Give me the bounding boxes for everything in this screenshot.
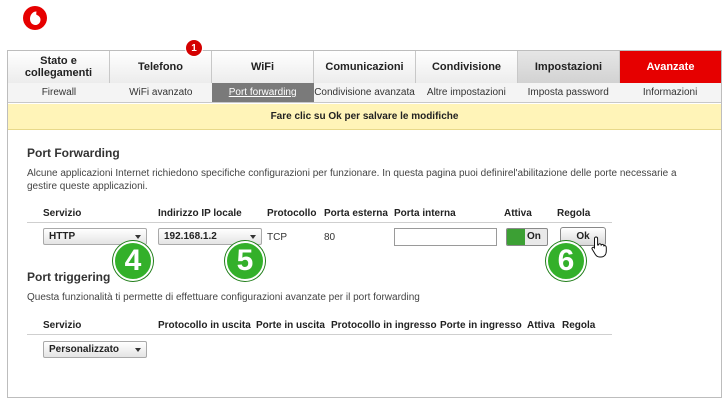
header-divider [27, 222, 612, 223]
step-marker-6: 6 [546, 241, 586, 281]
telefono-notification-badge: 1 [186, 40, 202, 56]
attiva-toggle[interactable]: On [506, 228, 548, 246]
header-regola: Regola [557, 208, 591, 219]
header-protocollo: Protocollo [267, 208, 317, 219]
subtab-condivisione-avanzata[interactable]: Condivisione avanzata [314, 83, 416, 102]
trigger-header-regola: Regola [562, 320, 596, 331]
header-attiva: Attiva [504, 208, 532, 219]
tab-condivisione[interactable]: Condivisione [416, 51, 518, 83]
port-forwarding-description: Alcune applicazioni Internet richiedono … [27, 168, 677, 192]
trigger-header-servizio: Servizio [43, 320, 82, 331]
chevron-down-icon [135, 235, 141, 239]
save-notice: Fare clic su Ok per salvare le modifiche [8, 104, 721, 130]
chevron-down-icon [250, 235, 256, 239]
subtab-firewall[interactable]: Firewall [8, 83, 110, 102]
port-triggering-description: Questa funzionalità ti permette di effet… [27, 292, 420, 303]
header-porta-interna: Porta interna [394, 208, 456, 219]
chevron-down-icon [135, 348, 141, 352]
tab-impostazioni[interactable]: Impostazioni [518, 51, 620, 83]
header-indirizzo-ip: Indirizzo IP locale [158, 208, 242, 219]
toggle-on-fill [507, 229, 525, 245]
step-marker-5: 5 [225, 241, 265, 281]
vodafone-logo-icon [23, 6, 47, 30]
servizio-select-value: HTTP [49, 231, 76, 242]
step-marker-4: 4 [113, 241, 153, 281]
porta-interna-input[interactable] [394, 228, 497, 246]
trigger-header-porte-uscita: Porte in uscita [256, 320, 325, 331]
ip-select-value: 192.168.1.2 [164, 231, 217, 242]
subtab-altre-impostazioni[interactable]: Altre impostazioni [415, 83, 517, 102]
port-forwarding-title: Port Forwarding [27, 146, 120, 160]
header-porta-esterna: Porta esterna [324, 208, 388, 219]
hand-cursor-icon [591, 236, 607, 258]
subtab-informazioni[interactable]: Informazioni [619, 83, 721, 102]
trigger-header-divider [27, 334, 612, 335]
main-frame: Stato e collegamenti Telefono WiFi Comun… [7, 50, 722, 398]
trigger-servizio-select[interactable]: Personalizzato [43, 341, 147, 358]
header-servizio: Servizio [43, 208, 82, 219]
trigger-header-attiva: Attiva [527, 320, 555, 331]
subtab-imposta-password[interactable]: Imposta password [517, 83, 619, 102]
tab-telefono[interactable]: Telefono [110, 51, 212, 83]
sub-tabs: Firewall WiFi avanzato Port forwarding C… [8, 83, 721, 103]
tab-stato-collegamenti[interactable]: Stato e collegamenti [8, 51, 110, 83]
subtab-wifi-avanzato[interactable]: WiFi avanzato [110, 83, 212, 102]
tab-wifi[interactable]: WiFi [212, 51, 314, 83]
subtab-port-forwarding[interactable]: Port forwarding [211, 83, 314, 102]
porta-esterna-value: 80 [324, 232, 336, 243]
protocollo-value: TCP [267, 232, 287, 243]
main-tabs: Stato e collegamenti Telefono WiFi Comun… [8, 51, 721, 83]
trigger-header-protocollo-uscita: Protocollo in uscita [158, 320, 251, 331]
tab-avanzate[interactable]: Avanzate [620, 51, 721, 83]
tab-comunicazioni[interactable]: Comunicazioni [314, 51, 416, 83]
trigger-servizio-select-value: Personalizzato [49, 344, 120, 355]
port-triggering-title: Port triggering [27, 270, 111, 284]
toggle-label: On [527, 231, 541, 242]
trigger-header-protocollo-ingresso: Protocollo in ingresso [331, 320, 437, 331]
trigger-header-porte-ingresso: Porte in ingresso [440, 320, 522, 331]
